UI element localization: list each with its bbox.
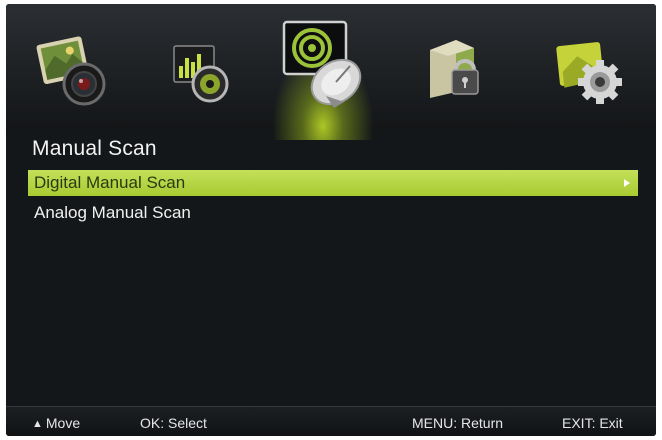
hint-move: ▲︎ Move xyxy=(32,415,80,431)
menu-icon-bar xyxy=(6,4,656,140)
help-bar: ▲︎ Move OK: Select MENU: Return EXIT: Exi… xyxy=(6,406,656,436)
tv-menu-screen: Manual Scan Digital Manual Scan Analog M… xyxy=(6,4,656,436)
hint-exit: EXIT: Exit xyxy=(562,415,623,431)
hint-return: MENU: Return xyxy=(412,415,504,431)
channel-icon xyxy=(282,20,362,108)
menu-item-label: Digital Manual Scan xyxy=(34,173,186,192)
picture-icon xyxy=(36,36,106,106)
lock-icon xyxy=(430,40,479,98)
menu-item-digital-manual-scan[interactable]: Digital Manual Scan xyxy=(28,170,638,196)
setup-icon xyxy=(556,42,622,104)
tab-sound[interactable] xyxy=(154,26,244,112)
tab-picture[interactable] xyxy=(26,26,116,112)
sound-icon xyxy=(173,45,229,103)
tab-channel[interactable] xyxy=(274,20,364,112)
menu-item-analog-manual-scan[interactable]: Analog Manual Scan xyxy=(28,200,638,226)
hint-move-label: Move xyxy=(45,415,81,431)
chevron-right-icon xyxy=(624,179,630,187)
tab-lock[interactable] xyxy=(412,26,502,112)
up-down-arrows-icon: ▲︎ xyxy=(32,418,43,430)
tab-setup[interactable] xyxy=(542,26,632,112)
hint-select: OK: Select xyxy=(140,415,207,431)
title-bar: Manual Scan xyxy=(6,136,656,166)
menu-item-label: Analog Manual Scan xyxy=(34,203,191,222)
page-title: Manual Scan xyxy=(32,137,157,160)
